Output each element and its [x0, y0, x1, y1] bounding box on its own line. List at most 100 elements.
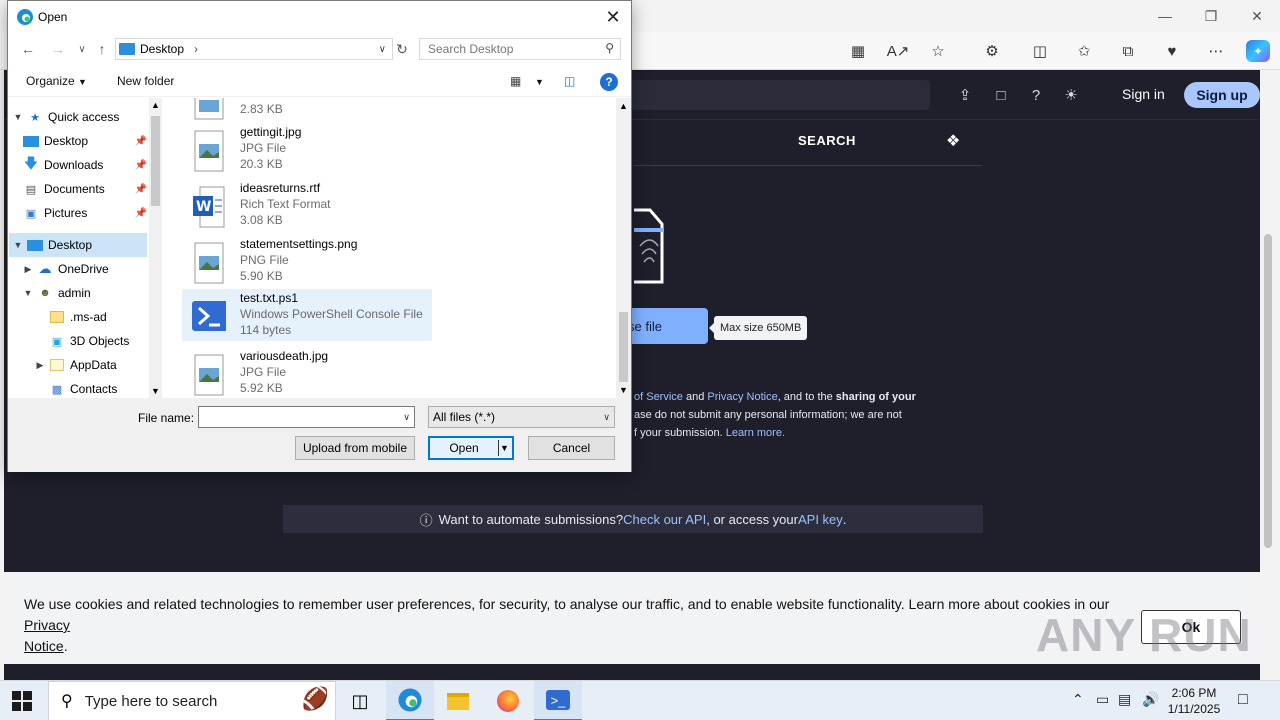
file-row[interactable]: statementsettings.png PNG File 5.90 KB	[182, 236, 432, 288]
expand-arrow-icon[interactable]: ▼	[9, 240, 27, 250]
nav-downloads[interactable]: 🡇 Downloads 📌	[9, 153, 147, 177]
performance-icon[interactable]: ♥	[1160, 40, 1184, 62]
help-icon[interactable]: ?	[600, 73, 618, 91]
tab-search[interactable]: SEARCH	[798, 133, 856, 148]
cancel-button[interactable]: Cancel	[528, 436, 615, 460]
file-name-input[interactable]: ∨	[198, 406, 415, 428]
files-scroll-thumb[interactable]	[619, 312, 628, 382]
upload-icon[interactable]: ⇪	[954, 84, 976, 106]
tray-chevron-icon[interactable]: ⌃	[1072, 691, 1084, 708]
nav-scrollbar[interactable]: ▲ ▼	[149, 98, 162, 398]
expand-arrow-icon[interactable]: ▼	[19, 288, 37, 298]
nav-appdata[interactable]: ▶ AppData	[9, 353, 147, 377]
collections-icon[interactable]: ⧉	[1116, 40, 1140, 62]
address-bar[interactable]: Desktop › ∨	[115, 38, 393, 60]
task-view-icon[interactable]: ◫	[336, 681, 384, 720]
terms-of-service-link[interactable]: of Service	[634, 391, 683, 403]
file-row[interactable]: gettingit.jpg JPG File 20.3 KB	[182, 124, 432, 176]
copilot-icon[interactable]: ✦	[1246, 40, 1270, 62]
nav-desktop-pinned[interactable]: Desktop 📌	[9, 129, 147, 153]
nav-onedrive[interactable]: ▶ ☁ OneDrive	[9, 257, 147, 281]
open-split-dropdown-icon[interactable]: ▼	[498, 440, 510, 456]
apps-icon[interactable]: ▦	[846, 40, 870, 62]
page-scroll-thumb[interactable]	[1264, 234, 1272, 548]
file-list-scrollbar[interactable]: ▲ ▼	[616, 98, 631, 398]
nav-ms-ad[interactable]: .ms-ad	[9, 305, 147, 329]
tray-device-icon[interactable]: ▭	[1096, 691, 1109, 708]
up-arrow-icon[interactable]: ↑	[92, 40, 112, 58]
refresh-icon[interactable]: ↻	[392, 40, 412, 58]
expand-arrow-icon[interactable]: ▶	[19, 264, 37, 275]
minimize-icon[interactable]: —	[1142, 4, 1188, 28]
choose-file-button[interactable]: se file	[628, 308, 708, 344]
breadcrumb-chevron-icon[interactable]: ›	[194, 42, 198, 56]
preview-pane-icon[interactable]: ◫	[564, 74, 575, 88]
extensions-icon[interactable]: ⚙	[980, 40, 1004, 62]
file-explorer-icon[interactable]	[434, 681, 482, 720]
nav-documents[interactable]: ▤ Documents 📌	[9, 177, 147, 201]
nav-desktop[interactable]: ▼ Desktop	[9, 233, 147, 257]
system-clock[interactable]: 2:06 PM 1/11/2025	[1166, 685, 1222, 717]
favorite-star-icon[interactable]: ☆	[926, 40, 950, 62]
upload-from-mobile-button[interactable]: Upload from mobile	[295, 436, 415, 460]
nav-scroll-up-icon[interactable]: ▲	[151, 100, 160, 110]
page-scrollbar[interactable]	[1260, 70, 1280, 680]
address-dropdown-icon[interactable]: ∨	[379, 44, 386, 55]
nav-scroll-thumb[interactable]	[151, 116, 160, 206]
windows-start-icon[interactable]	[12, 691, 32, 711]
favorites-icon[interactable]: ✩	[1072, 40, 1096, 62]
search-highlight-icon[interactable]: 🏈	[302, 686, 329, 712]
file-row[interactable]: 2.83 KB	[182, 98, 432, 124]
check-api-link[interactable]: Check our API	[623, 512, 706, 527]
cookie-privacy-link[interactable]: Privacy	[24, 617, 70, 633]
help-icon[interactable]: ?	[1025, 84, 1047, 106]
file-row[interactable]: variousdeath.jpg JPG File 5.92 KB	[182, 348, 432, 398]
nav-admin[interactable]: ▼ ☻ admin	[9, 281, 147, 305]
new-folder-button[interactable]: New folder	[117, 74, 174, 88]
file-name-dropdown-icon[interactable]: ∨	[403, 412, 410, 423]
file-row-selected[interactable]: test.txt.ps1 Windows PowerShell Console …	[182, 289, 432, 341]
nav-quick-access[interactable]: ▼ ★ Quick access	[9, 105, 147, 129]
split-screen-icon[interactable]: ◫	[1028, 40, 1052, 62]
forward-arrow-icon[interactable]: →	[48, 40, 68, 58]
edge-taskbar-icon[interactable]	[386, 681, 434, 720]
search-input[interactable]: Search Desktop ⚲	[419, 38, 621, 60]
close-icon[interactable]: ✕	[1234, 4, 1280, 28]
learn-more-link[interactable]: Learn more.	[726, 427, 785, 439]
volume-icon[interactable]: 🔊	[1142, 691, 1159, 708]
organize-button[interactable]: Organize ▼	[26, 74, 87, 88]
powershell-taskbar-icon[interactable]: >_	[534, 681, 582, 720]
view-options-icon[interactable]: ▦	[510, 74, 521, 88]
file-type-dropdown-icon[interactable]: ∨	[603, 412, 610, 423]
site-search-input[interactable]	[624, 80, 930, 110]
expand-arrow-icon[interactable]: ▼	[9, 112, 27, 122]
signin-link[interactable]: Sign in	[1122, 86, 1165, 102]
nav-contacts[interactable]: ▩ Contacts	[9, 377, 147, 398]
back-arrow-icon[interactable]: ←	[18, 40, 38, 58]
open-button[interactable]: Open ▼	[428, 436, 514, 460]
file-type-select[interactable]: All files (*.*) ∨	[428, 406, 615, 428]
recent-dropdown-icon[interactable]: ∨	[72, 40, 92, 58]
theme-sun-icon[interactable]: ☀	[1060, 84, 1082, 106]
signup-button[interactable]: Sign up	[1184, 82, 1260, 108]
privacy-notice-link[interactable]: Privacy Notice	[707, 391, 777, 403]
cookie-notice-link[interactable]: Notice	[24, 638, 64, 654]
nav-pictures[interactable]: ▣ Pictures 📌	[9, 201, 147, 225]
api-key-link[interactable]: API key	[798, 512, 843, 527]
read-aloud-icon[interactable]: A↗	[886, 40, 910, 62]
view-dropdown-icon[interactable]: ▼	[535, 77, 544, 87]
files-scroll-down-icon[interactable]: ▼	[619, 385, 628, 395]
nav-3d-objects[interactable]: ▣ 3D Objects	[9, 329, 147, 353]
files-scroll-up-icon[interactable]: ▲	[619, 101, 628, 111]
more-menu-icon[interactable]: ⋯	[1204, 40, 1228, 62]
nav-scroll-down-icon[interactable]: ▼	[151, 386, 160, 396]
notifications-icon[interactable]: □	[1238, 691, 1248, 709]
file-row[interactable]: W ideasreturns.rtf Rich Text Format 3.08…	[182, 180, 432, 232]
dialog-close-icon[interactable]: ✕	[598, 5, 628, 29]
network-icon[interactable]: ▤	[1118, 691, 1131, 708]
expand-arrow-icon[interactable]: ▶	[31, 360, 49, 371]
taskbar-search[interactable]: ⚲ Type here to search 🏈	[48, 681, 336, 720]
notifications-icon[interactable]: □	[990, 84, 1012, 106]
restore-icon[interactable]: ❐	[1188, 4, 1234, 28]
fingerprint-tab-icon[interactable]: ❖	[946, 131, 960, 151]
